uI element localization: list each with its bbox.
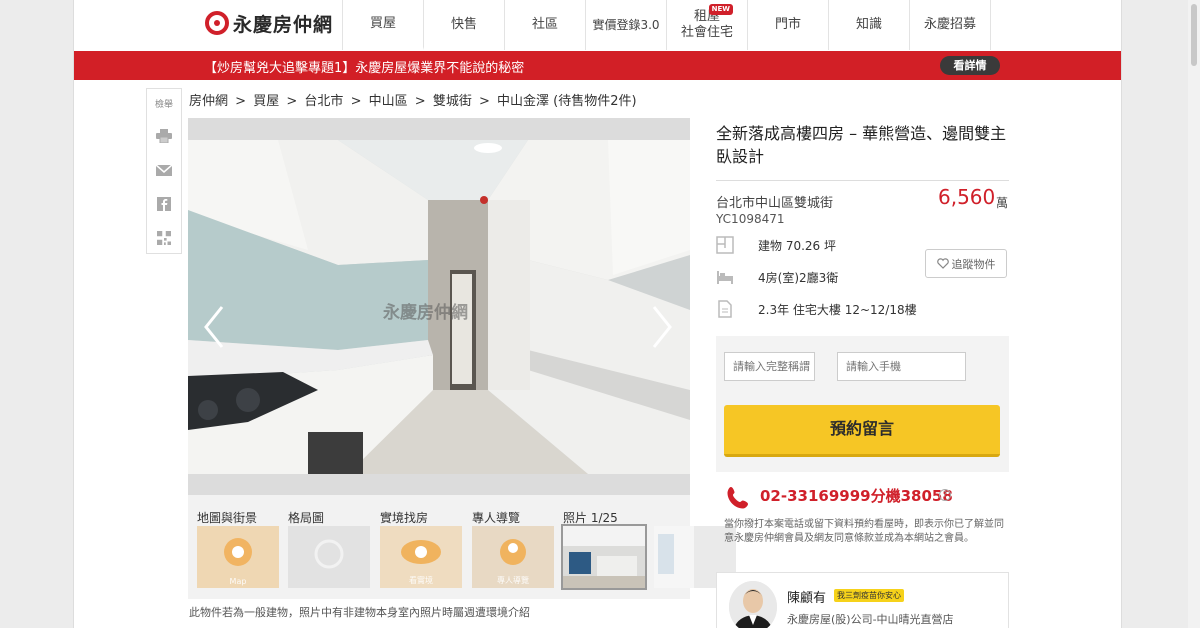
- thumb-caption: 專人導覽: [497, 576, 529, 585]
- listing-price: 6,560: [938, 185, 996, 209]
- crumb-buy[interactable]: 買屋: [253, 94, 279, 109]
- crumb-sep: >: [235, 94, 247, 109]
- photo-thumbnail[interactable]: [561, 524, 647, 590]
- floorplan-icon: [716, 236, 734, 254]
- media-tabs: 地圖與街景 Map 格局圖 實境找房 看實境 專人導覽 專人導覽 照片 1/25: [188, 495, 736, 599]
- logo-icon: [205, 11, 229, 35]
- listing-code: YC1098471: [716, 212, 785, 226]
- price-unit: 萬: [996, 196, 1009, 210]
- tab-floorplan[interactable]: 格局圖: [288, 509, 372, 588]
- contact-phone[interactable]: 02-33169999分機38058: [760, 485, 953, 506]
- report-link[interactable]: 檢舉: [147, 97, 181, 110]
- kitchen-photo[interactable]: 永慶房仲網: [188, 140, 690, 474]
- tab-map-label: 地圖與街景: [197, 511, 258, 525]
- photo-disclaimer: 此物件若為一般建物，照片中有非建物本身室內照片時屬週遭環境介紹: [189, 606, 530, 619]
- phone-input[interactable]: [837, 352, 966, 381]
- heart-icon: [936, 258, 949, 269]
- spec-layout: 4房(室)2廳3衛: [758, 271, 839, 285]
- print-icon[interactable]: [156, 129, 172, 143]
- terms-notice: 當你撥打本案電話或留下資料預約看屋時，即表示你已了解並同意永慶房仲網會員及網友同…: [724, 519, 1004, 544]
- logo-text: 永慶房仲網: [233, 13, 334, 36]
- nav-item-rent[interactable]: 租屋 社會住宅 NEW: [667, 0, 748, 50]
- divider: [716, 180, 1009, 181]
- tab-map[interactable]: 地圖與街景 Map: [197, 509, 281, 588]
- chevron-left-icon[interactable]: [202, 305, 226, 349]
- scrollbar-thumb[interactable]: [1191, 4, 1197, 66]
- document-icon: [718, 300, 732, 318]
- crumb-sep: >: [286, 94, 298, 109]
- photo-viewer: 永慶房仲網: [188, 118, 690, 495]
- floorplan-icon: [314, 539, 344, 569]
- nav-item-quick-sell[interactable]: 快售: [424, 0, 505, 50]
- crumb-district[interactable]: 中山區: [369, 94, 408, 109]
- promo-banner[interactable]: 【炒房幫兇大追擊專題1】永慶房屋爆業界不能說的秘密 看詳情: [74, 51, 1121, 80]
- page-scrollbar[interactable]: [1188, 0, 1200, 628]
- floorplan-thumbnail[interactable]: [288, 526, 370, 588]
- tab-vr-label: 實境找房: [380, 511, 429, 525]
- listing-address: 台北市中山區雙城街: [716, 196, 834, 211]
- book-viewing-button[interactable]: 預約留言: [724, 405, 1000, 457]
- tab-floorplan-label: 格局圖: [288, 511, 325, 525]
- spec-age-type: 2.3年 住宅大樓 12~12/18樓: [758, 303, 917, 317]
- bed-icon: [717, 271, 733, 284]
- thumb-caption: Map: [229, 577, 247, 586]
- agent-photo: [729, 581, 777, 628]
- follow-button[interactable]: 追蹤物件: [925, 249, 1007, 278]
- tab-guided-tour[interactable]: 專人導覽 專人導覽: [472, 509, 556, 588]
- crumb-sep: >: [414, 94, 426, 109]
- guided-thumbnail[interactable]: 專人導覽: [472, 526, 554, 588]
- breadcrumb: 房仲網 > 買屋 > 台北市 > 中山區 > 雙城街 > 中山金澤 (待售物件2…: [189, 90, 640, 109]
- map-thumbnail[interactable]: Map: [197, 526, 279, 588]
- page: 永慶房仲網 買屋 快售 社區 實價登錄3.0 租屋 社會住宅 NEW 門市 知識…: [73, 0, 1122, 628]
- crumb-home[interactable]: 房仲網: [189, 94, 228, 109]
- crumb-community[interactable]: 中山金澤 (待售物件2件): [497, 94, 637, 109]
- site-logo[interactable]: 永慶房仲網: [205, 10, 333, 36]
- spec-area: 建物 70.26 坪: [758, 239, 836, 253]
- nav-item-price-registry[interactable]: 實價登錄3.0: [586, 0, 667, 50]
- new-badge: NEW: [708, 4, 733, 15]
- crumb-sep: >: [350, 94, 362, 109]
- vaccine-badge: 我三劑疫苗你安心: [834, 589, 904, 602]
- nav-item-buy[interactable]: 買屋: [343, 0, 424, 50]
- crumb-street[interactable]: 雙城街: [433, 94, 472, 109]
- main-nav: 買屋 快售 社區 實價登錄3.0 租屋 社會住宅 NEW 門市 知識 永慶招募: [342, 0, 991, 50]
- tab-photos[interactable]: 照片 1/25: [561, 509, 647, 590]
- nav-item-careers[interactable]: 永慶招募: [910, 0, 991, 50]
- share-sidebar: 檢舉: [146, 88, 182, 254]
- tab-guided-label: 專人導覽: [472, 511, 521, 525]
- listing-title: 全新落成高樓四房 – 華熊營造、邊間雙主臥設計: [716, 124, 1007, 166]
- help-icon[interactable]: ?: [939, 489, 951, 501]
- banner-details-button[interactable]: 看詳情: [940, 56, 1000, 75]
- crumb-city[interactable]: 台北市: [304, 94, 343, 109]
- nav-item-stores[interactable]: 門市: [748, 0, 829, 50]
- vr-thumbnail[interactable]: 看實境: [380, 526, 462, 588]
- mail-icon[interactable]: [156, 164, 172, 178]
- top-navigation: 永慶房仲網 買屋 快售 社區 實價登錄3.0 租屋 社會住宅 NEW 門市 知識…: [74, 0, 1121, 50]
- photo-watermark: 永慶房仲網: [383, 303, 468, 323]
- avatar: [729, 581, 777, 628]
- chevron-right-icon[interactable]: [650, 305, 674, 349]
- room-thumbnail-image: [563, 526, 645, 588]
- crumb-sep: >: [478, 94, 490, 109]
- tab-vr-tour[interactable]: 實境找房 看實境: [380, 509, 464, 588]
- tab-photos-label: 照片 1/25: [563, 511, 618, 525]
- nav-item-community[interactable]: 社區: [505, 0, 586, 50]
- phone-icon: [727, 487, 748, 509]
- agent-company: 永慶房屋(股)公司-中山晴光直營店: [787, 613, 954, 626]
- banner-text[interactable]: 【炒房幫兇大追擊專題1】永慶房屋爆業界不能說的秘密: [204, 57, 524, 76]
- follow-label: 追蹤物件: [951, 257, 996, 271]
- contact-form: 預約留言: [716, 336, 1009, 472]
- nav-item-knowledge[interactable]: 知識: [829, 0, 910, 50]
- agent-name: 陳顧有: [787, 591, 827, 606]
- name-input[interactable]: [724, 352, 815, 381]
- nav-rent-line2: 社會住宅: [680, 25, 733, 40]
- thumb-caption: 看實境: [409, 576, 433, 585]
- facebook-icon[interactable]: [156, 197, 172, 211]
- agent-card[interactable]: 陳顧有 我三劑疫苗你安心 永慶房屋(股)公司-中山晴光直營店: [716, 572, 1009, 628]
- qrcode-icon[interactable]: [156, 231, 172, 245]
